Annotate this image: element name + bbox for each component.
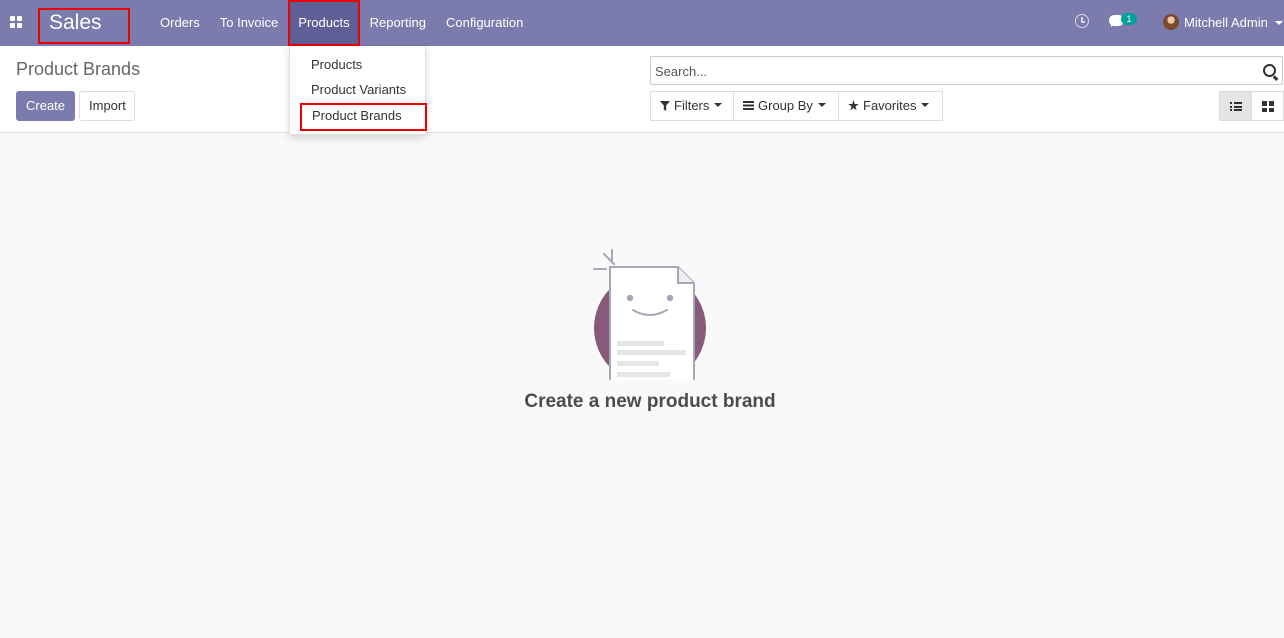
caret-down-icon [714, 102, 723, 107]
caret-down-icon [921, 102, 930, 107]
empty-folder-illustration-icon [590, 249, 710, 388]
filters-button[interactable]: Filters [650, 91, 734, 121]
import-button[interactable]: Import [79, 91, 135, 121]
menu-item-to-invoice[interactable]: To Invoice [210, 0, 289, 46]
products-dropdown-menu: Products Product Variants Product Brands [289, 46, 427, 135]
favorites-button[interactable]: Favorites [838, 91, 943, 121]
menu-item-orders[interactable]: Orders [150, 0, 210, 46]
group-by-bars-icon [743, 101, 754, 110]
create-button[interactable]: Create [16, 91, 75, 121]
menu-item-configuration[interactable]: Configuration [436, 0, 533, 46]
favorites-label: Favorites [863, 98, 917, 113]
empty-state-message: Create a new product brand [524, 391, 776, 412]
filters-label: Filters [674, 98, 710, 113]
search-bar [650, 56, 1283, 85]
top-menu: Orders To Invoice Products Reporting Con… [150, 0, 533, 46]
group-by-button[interactable]: Group By [733, 91, 839, 121]
filter-funnel-icon [660, 101, 670, 111]
user-menu-name[interactable]: Mitchell Admin [1184, 15, 1268, 30]
activity-clock-icon[interactable] [1075, 14, 1089, 28]
user-avatar[interactable] [1163, 14, 1179, 30]
dropdown-item-product-brands[interactable]: Product Brands [300, 103, 427, 131]
dropdown-item-products[interactable]: Products [290, 54, 427, 79]
apps-menu-icon[interactable] [10, 16, 22, 28]
control-panel: Product Brands Create Import Filters Gro… [0, 46, 1284, 133]
list-view-button[interactable] [1219, 91, 1252, 121]
chat-counter-badge: 1 [1121, 13, 1137, 25]
group-by-label: Group By [758, 98, 813, 113]
list-view-icon [1230, 102, 1242, 111]
search-input[interactable] [655, 61, 1250, 81]
page-title: Product Brands [16, 59, 141, 79]
search-icon[interactable] [1263, 64, 1276, 77]
dropdown-item-product-variants[interactable]: Product Variants [290, 79, 427, 104]
star-icon [848, 100, 859, 111]
main-navbar: Sales Orders To Invoice Products Reporti… [0, 0, 1284, 46]
caret-down-icon[interactable] [1275, 21, 1283, 25]
kanban-view-button[interactable] [1251, 91, 1284, 121]
menu-item-products[interactable]: Products [288, 0, 360, 46]
menu-item-reporting[interactable]: Reporting [360, 0, 436, 46]
kanban-view-icon [1262, 101, 1274, 112]
caret-down-icon [817, 102, 826, 107]
app-brand[interactable]: Sales [38, 8, 130, 44]
